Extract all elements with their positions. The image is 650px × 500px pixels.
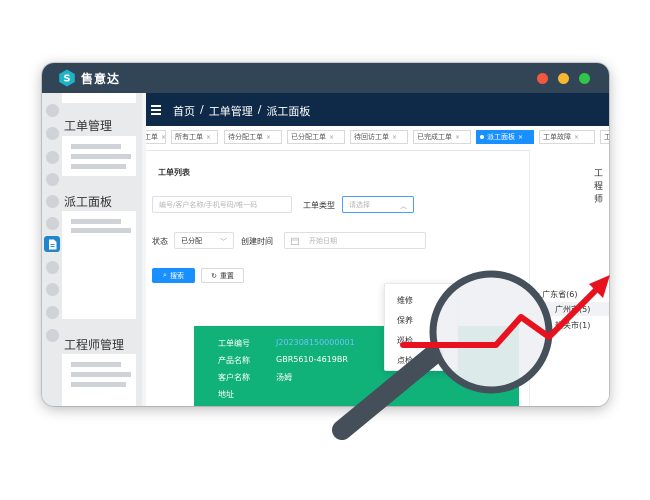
rail-title-dispatch-panel[interactable]: 派工面板 <box>64 193 112 210</box>
dropdown-option[interactable]: 维修 <box>397 295 413 306</box>
dropdown-option[interactable]: 巡检 <box>397 335 413 346</box>
close-icon[interactable]: × <box>206 134 211 141</box>
close-icon[interactable]: × <box>518 134 523 141</box>
rail-icon[interactable] <box>46 283 59 296</box>
placeholder-line <box>71 228 131 233</box>
dropdown-option[interactable]: 保养 <box>397 315 413 326</box>
field-key: 工单编号 <box>218 339 250 348</box>
tab-bar: 工单 × 所有工单 × 待分配工单 × 已分配工单 × 待回访工单 × 已完成工单 × 派工… <box>146 126 609 151</box>
field-value: 汤姆 <box>276 373 292 382</box>
rail-icon[interactable] <box>46 127 59 140</box>
date-range-input[interactable]: 开始日期 <box>284 232 426 249</box>
app-name: 售意达 <box>81 71 121 86</box>
field-key: 地址 <box>218 390 234 399</box>
calendar-icon <box>291 237 299 245</box>
close-dot[interactable] <box>537 73 548 84</box>
rail-title-order-management[interactable]: 工单管理 <box>64 117 112 134</box>
search-input[interactable]: 编号/客户名称/手机号码/唯一码 <box>152 196 292 213</box>
tab-pending-revisit[interactable]: 待回访工单 × <box>350 130 408 144</box>
order-list-title: 工单列表 <box>158 168 190 177</box>
close-icon[interactable]: × <box>574 134 579 141</box>
placeholder-line <box>71 144 121 149</box>
order-type-label: 工单类型 <box>303 201 335 210</box>
placeholder-line <box>71 382 126 387</box>
rail-icon[interactable] <box>46 261 59 274</box>
order-type-dropdown: 维修 保养 巡检 点检 <box>384 283 458 371</box>
search-icon: ⌕ <box>163 271 167 279</box>
chevron-up-icon: ︿ <box>400 202 407 210</box>
placeholder-line <box>71 164 126 169</box>
close-icon[interactable]: × <box>329 134 334 141</box>
dropdown-option[interactable]: 点检 <box>397 355 413 366</box>
engineer-panel: 工程师 ▼ 广东省(6) 广州市(5) 韶关市(1) <box>529 150 609 406</box>
order-number-link[interactable]: J202308150000001 <box>276 338 355 347</box>
rail-icon[interactable] <box>46 195 59 208</box>
close-icon[interactable]: × <box>161 134 166 141</box>
field-key: 产品名称 <box>218 356 250 365</box>
search-button[interactable]: ⌕ 搜索 <box>152 268 195 283</box>
placeholder-line <box>71 362 121 367</box>
breadcrumb-home[interactable]: 首页 <box>173 103 195 119</box>
refresh-icon: ↻ <box>211 271 217 280</box>
tree-node-shaoguan[interactable]: 韶关市(1) <box>555 320 590 331</box>
rail-panel <box>62 93 136 103</box>
tree-node-guangzhou[interactable]: 广州市(5) <box>555 304 590 315</box>
app-logo-icon: S <box>59 69 75 87</box>
breadcrumb: 首页 / 工单管理 / 派工面板 <box>173 103 310 119</box>
rail-icon[interactable] <box>46 173 59 186</box>
brand: S 售意达 <box>58 69 120 87</box>
breadcrumb-separator: / <box>200 103 204 116</box>
left-rail: 工单管理 派工面板 工程师管理 <box>42 93 142 406</box>
rail-title-engineer-management[interactable]: 工程师管理 <box>64 336 124 353</box>
svg-text:S: S <box>63 74 70 85</box>
rail-icon[interactable] <box>46 329 59 342</box>
breadcrumb-dispatch-panel: 派工面板 <box>266 105 311 118</box>
tab-pending-assign[interactable]: 待分配工单 × <box>224 130 282 144</box>
tree-node-guangdong[interactable]: ▼ 广东省(6) <box>535 289 578 300</box>
rail-icon[interactable] <box>46 151 59 164</box>
title-bar: S 售意达 <box>42 63 609 93</box>
placeholder-line <box>71 219 121 224</box>
rail-icon[interactable] <box>46 306 59 319</box>
tab-more[interactable]: 工 <box>600 130 609 144</box>
minimize-dot[interactable] <box>558 73 569 84</box>
order-type-select[interactable]: 请选择 ︿ <box>342 196 414 213</box>
main-app: 首页 / 工单管理 / 派工面板 工单 × 所有工单 × 待分配工单 × 已分配工单 ×… <box>146 93 609 406</box>
caret-down-icon: ▼ <box>535 292 540 299</box>
tab-order-fault[interactable]: 工单故障 × <box>539 130 595 144</box>
maximize-dot[interactable] <box>579 73 590 84</box>
menu-icon[interactable] <box>151 105 161 118</box>
app-header: 首页 / 工单管理 / 派工面板 <box>146 93 609 126</box>
field-key: 客户名称 <box>218 373 250 382</box>
status-select[interactable]: 已分配 ﹀ <box>174 232 234 249</box>
active-dot-icon <box>480 135 484 139</box>
engineer-title: 工程师 <box>594 169 604 205</box>
tab-completed[interactable]: 已完成工单 × <box>413 130 471 144</box>
app-window: S 售意达 工单管理 派工面板 工程师管理 首页 / 工单管理 / 派工面板 工… <box>42 63 609 406</box>
reset-button[interactable]: ↻ 重置 <box>201 268 244 283</box>
close-icon[interactable]: × <box>455 134 460 141</box>
tab-order[interactable]: 工单 × <box>146 130 166 144</box>
tab-assigned[interactable]: 已分配工单 × <box>287 130 345 144</box>
rail-icon[interactable] <box>46 104 59 117</box>
rail-icon[interactable] <box>46 217 59 230</box>
breadcrumb-separator: / <box>257 103 262 116</box>
tab-dispatch-panel[interactable]: 派工面板 × <box>476 130 534 144</box>
placeholder-line <box>71 372 131 377</box>
tab-all-orders[interactable]: 所有工单 × <box>171 130 218 144</box>
close-icon[interactable]: × <box>392 134 397 141</box>
status-label: 状态 <box>152 237 168 246</box>
document-icon[interactable] <box>44 236 60 252</box>
field-value: GBR5610-4619BR <box>276 355 348 364</box>
breadcrumb-order-management[interactable]: 工单管理 <box>209 103 253 119</box>
close-icon[interactable]: × <box>266 134 271 141</box>
placeholder-line <box>71 154 131 159</box>
order-card[interactable]: 工单编号 J202308150000001 产品名称 GBR5610-4619B… <box>194 326 519 406</box>
created-time-label: 创建时间 <box>241 237 273 246</box>
chevron-down-icon: ﹀ <box>220 238 227 246</box>
